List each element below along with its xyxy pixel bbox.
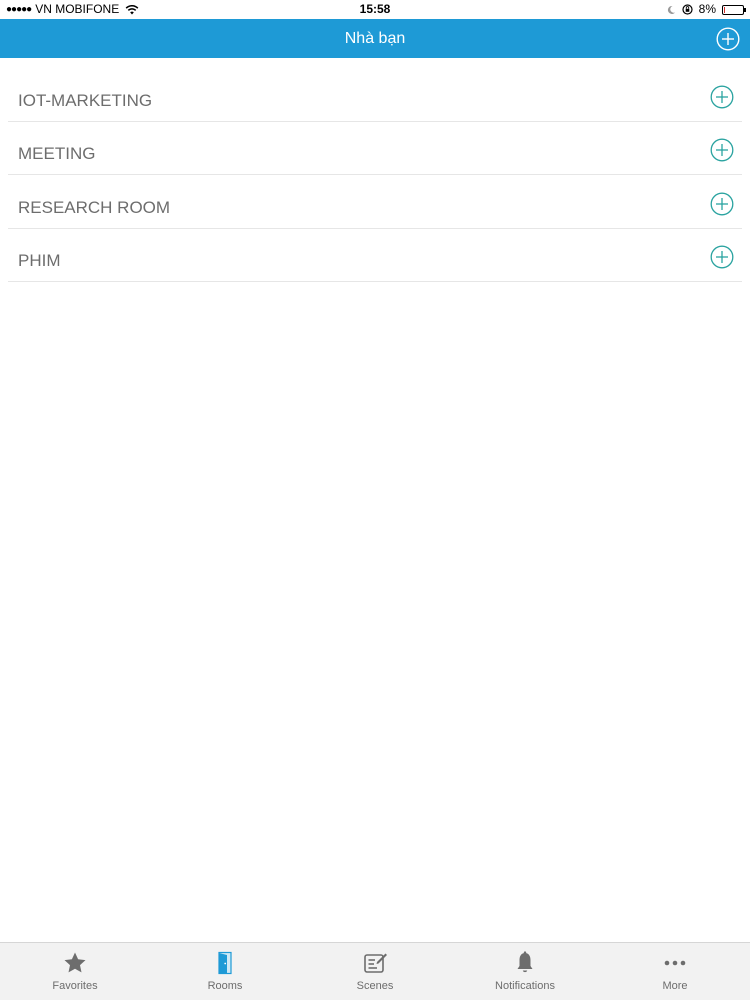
add-room-button[interactable]	[716, 27, 740, 51]
room-list: IOT-MARKETING MEETING RESEARCH ROOM PHIM	[0, 58, 750, 282]
tab-label: Notifications	[495, 980, 555, 992]
battery-icon	[722, 4, 746, 15]
plus-circle-icon[interactable]	[710, 192, 734, 216]
tab-label: Favorites	[52, 980, 98, 992]
rotation-lock-icon	[682, 4, 693, 15]
room-row[interactable]: PHIM	[8, 229, 742, 282]
room-name: IOT-MARKETING	[18, 90, 153, 110]
status-time: 15:58	[359, 2, 391, 16]
room-row[interactable]: RESEARCH ROOM	[8, 175, 742, 229]
tab-label: Scenes	[356, 980, 394, 992]
door-icon	[218, 951, 232, 975]
tab-rooms[interactable]: Rooms	[150, 943, 300, 1000]
tab-label: Rooms	[207, 980, 243, 992]
bell-icon	[517, 951, 533, 973]
scene-edit-icon	[364, 953, 387, 973]
battery-percent: 8%	[698, 2, 716, 16]
app-screen: ●●●●● VN MOBIFONE 15:58 8% Nhà bạn IOT-M…	[0, 0, 750, 1000]
star-icon	[64, 952, 86, 973]
room-name: RESEARCH ROOM	[18, 197, 171, 217]
tab-bar: Favorites Rooms Scenes Notifications Mor…	[0, 942, 750, 1000]
room-row[interactable]: MEETING	[8, 122, 742, 175]
room-name: MEETING	[18, 144, 96, 163]
page-title: Nhà bạn	[344, 30, 406, 47]
plus-circle-icon[interactable]	[710, 138, 734, 162]
plus-circle-icon[interactable]	[710, 245, 734, 269]
status-bar: ●●●●● VN MOBIFONE 15:58 8%	[0, 0, 750, 19]
plus-circle-icon[interactable]	[710, 85, 734, 109]
moon-icon	[667, 5, 675, 14]
tab-favorites[interactable]: Favorites	[0, 943, 150, 1000]
battery-nub	[744, 7, 746, 12]
status-right: 8%	[666, 0, 746, 19]
room-row[interactable]: IOT-MARKETING	[8, 68, 742, 122]
navigation-bar: Nhà bạn	[0, 19, 750, 58]
tab-more[interactable]: More	[600, 943, 750, 1000]
more-dots-icon	[664, 960, 686, 966]
room-name: PHIM	[18, 251, 61, 270]
tab-label: More	[662, 980, 688, 992]
battery-level-fill	[724, 6, 725, 13]
tab-notifications[interactable]: Notifications	[450, 943, 600, 1000]
tab-scenes[interactable]: Scenes	[300, 943, 450, 1000]
